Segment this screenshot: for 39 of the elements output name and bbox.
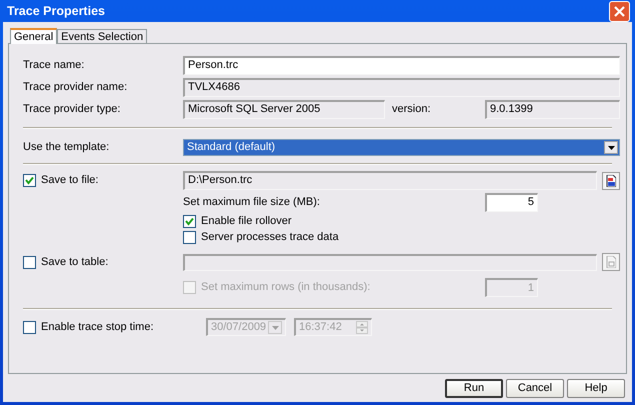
checkbox-label: Server processes trace data — [201, 231, 339, 244]
window-title: Trace Properties — [7, 4, 105, 18]
field-label: Use the template: — [23, 140, 110, 154]
file-icon — [606, 174, 616, 186]
file-icon — [606, 256, 616, 268]
tab[interactable]: General — [10, 28, 58, 44]
dialog-button[interactable]: Cancel — [506, 379, 564, 398]
file-path-field[interactable]: D:\Person.trc — [183, 171, 597, 190]
checkbox-label: Enable trace stop time: — [41, 320, 154, 334]
checkbox-label: Save to file: — [41, 174, 98, 188]
caret-icon — [268, 321, 282, 334]
max-size-field[interactable]: 5 — [485, 193, 538, 212]
tab[interactable]: Events Selection — [57, 29, 148, 43]
checkbox[interactable] — [23, 320, 36, 334]
field-label: Trace name: — [23, 58, 86, 72]
checkbox[interactable] — [23, 256, 36, 269]
checkbox-label: Set maximum rows (in thousands): — [201, 281, 370, 294]
browse-button[interactable] — [602, 172, 620, 190]
dialog-button[interactable]: Help — [567, 379, 625, 398]
spinner-icon — [356, 321, 368, 334]
checkbox[interactable] — [183, 215, 196, 228]
provider-type-field[interactable]: Microsoft SQL Server 2005 — [183, 100, 385, 119]
checkbox-label: Save to table: — [41, 256, 108, 269]
checkbox[interactable] — [183, 231, 196, 244]
checkbox-label: Enable file rollover — [201, 215, 292, 228]
field-label: version: — [391, 102, 432, 116]
close-icon — [614, 6, 625, 16]
field-label: Set maximum file size (MB): — [183, 196, 321, 210]
checkbox[interactable] — [23, 174, 36, 187]
field-label: Trace provider type: — [23, 102, 122, 116]
field-label: Trace provider name: — [23, 80, 128, 94]
provider-name-field[interactable]: TVLX4686 — [183, 78, 620, 97]
template-dropdown[interactable]: Standard (default) — [183, 139, 620, 156]
table-field[interactable] — [183, 254, 597, 271]
trace-name-field[interactable]: Person.trc — [183, 56, 620, 75]
close-button[interactable] — [609, 0, 630, 22]
caret-icon — [604, 141, 618, 154]
version-field[interactable]: 9.0.1399 — [485, 100, 620, 119]
dialog-button[interactable]: Run — [445, 379, 503, 398]
